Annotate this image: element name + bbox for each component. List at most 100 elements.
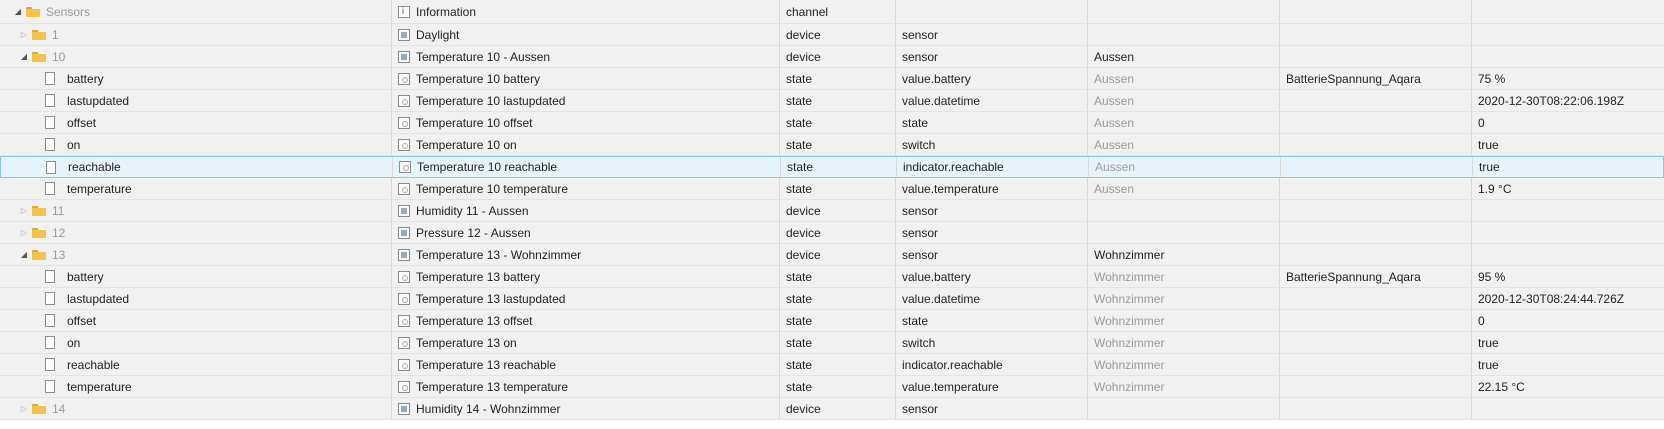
title-cell[interactable]: Temperature 10 battery [392,68,780,89]
tree-folder-row[interactable]: ▷ 1 Daylight device sensor [0,24,1664,46]
type-cell[interactable]: state [780,134,896,155]
value-cell[interactable]: 95 % [1472,266,1664,287]
function-cell[interactable] [1280,24,1472,45]
value-cell[interactable] [1472,222,1664,243]
tree-state-row[interactable]: offset Temperature 13 offset state state Woh… [0,310,1664,332]
function-cell[interactable] [1280,222,1472,243]
type-cell[interactable]: state [780,310,896,331]
title-cell[interactable]: Temperature 10 reachable [393,157,781,177]
value-cell[interactable]: 0 [1472,112,1664,133]
role-cell[interactable]: sensor [896,46,1088,67]
role-cell[interactable]: value.battery [896,68,1088,89]
tree-name-cell[interactable]: offset [0,310,392,331]
tree-state-row[interactable]: offset Temperature 10 offset state state Aus… [0,112,1664,134]
tree-state-row[interactable]: temperature Temperature 13 temperature sta… [0,376,1664,398]
role-cell[interactable]: value.temperature [896,376,1088,397]
room-cell[interactable]: Wohnzimmer [1088,310,1280,331]
room-cell[interactable]: Wohnzimmer [1088,332,1280,353]
type-cell[interactable]: state [780,354,896,375]
value-cell[interactable] [1472,200,1664,221]
type-cell[interactable]: device [780,244,896,265]
tree-name-cell[interactable]: ▷ 12 [0,222,392,243]
title-cell[interactable]: Pressure 12 - Aussen [392,222,780,243]
role-cell[interactable]: sensor [896,398,1088,419]
room-cell[interactable]: Aussen [1088,134,1280,155]
room-cell[interactable] [1088,24,1280,45]
role-cell[interactable]: state [896,112,1088,133]
tree-name-cell[interactable]: temperature [0,178,392,199]
role-cell[interactable]: value.temperature [896,178,1088,199]
role-cell[interactable]: sensor [896,244,1088,265]
tree-name-cell[interactable]: ◢ 10 [0,46,392,67]
tree-name-cell[interactable]: lastupdated [0,288,392,309]
tree-folder-row[interactable]: ◢ Sensors Information channel [0,0,1664,24]
room-cell[interactable]: Wohnzimmer [1088,244,1280,265]
value-cell[interactable] [1472,46,1664,67]
room-cell[interactable] [1088,398,1280,419]
function-cell[interactable] [1280,244,1472,265]
value-cell[interactable]: 2020-12-30T08:22:06.198Z [1472,90,1664,111]
tree-name-cell[interactable]: ▷ 14 [0,398,392,419]
tree-state-row[interactable]: reachable Temperature 13 reachable state in… [0,354,1664,376]
value-cell[interactable]: 2020-12-30T08:24:44.726Z [1472,288,1664,309]
role-cell[interactable]: switch [896,332,1088,353]
expand-triangle-icon[interactable]: ▷ [18,30,30,39]
role-cell[interactable]: indicator.reachable [896,354,1088,375]
tree-name-cell[interactable]: reachable [1,157,393,177]
role-cell[interactable] [896,0,1088,23]
tree-state-row[interactable]: battery Temperature 10 battery state value.… [0,68,1664,90]
type-cell[interactable]: state [780,332,896,353]
role-cell[interactable]: indicator.reachable [897,157,1089,177]
type-cell[interactable]: state [780,112,896,133]
tree-state-row[interactable]: lastupdated Temperature 13 lastupdated sta… [0,288,1664,310]
function-cell[interactable] [1280,90,1472,111]
function-cell[interactable] [1280,46,1472,67]
title-cell[interactable]: Information [392,0,780,23]
tree-state-row[interactable]: battery Temperature 13 battery state value.… [0,266,1664,288]
value-cell[interactable]: 75 % [1472,68,1664,89]
type-cell[interactable]: state [780,90,896,111]
room-cell[interactable]: Aussen [1088,112,1280,133]
tree-folder-row[interactable]: ◢ 10 Temperature 10 - Aussen device sensor Au… [0,46,1664,68]
title-cell[interactable]: Temperature 10 temperature [392,178,780,199]
value-cell[interactable]: true [1473,157,1664,177]
value-cell[interactable]: true [1472,354,1664,375]
function-cell[interactable] [1280,134,1472,155]
type-cell[interactable]: state [780,376,896,397]
room-cell[interactable]: Aussen [1088,178,1280,199]
title-cell[interactable]: Temperature 10 offset [392,112,780,133]
value-cell[interactable]: true [1472,332,1664,353]
type-cell[interactable]: device [780,200,896,221]
tree-name-cell[interactable]: lastupdated [0,90,392,111]
role-cell[interactable]: switch [896,134,1088,155]
type-cell[interactable]: device [780,46,896,67]
expand-triangle-icon[interactable]: ▷ [18,206,30,215]
collapse-triangle-icon[interactable]: ◢ [18,250,30,259]
type-cell[interactable]: state [780,68,896,89]
room-cell[interactable]: Wohnzimmer [1088,266,1280,287]
tree-folder-row[interactable]: ▷ 12 Pressure 12 - Aussen device sensor [0,222,1664,244]
role-cell[interactable]: sensor [896,200,1088,221]
title-cell[interactable]: Temperature 13 - Wohnzimmer [392,244,780,265]
tree-name-cell[interactable]: battery [0,266,392,287]
role-cell[interactable]: state [896,310,1088,331]
title-cell[interactable]: Temperature 13 reachable [392,354,780,375]
role-cell[interactable]: sensor [896,24,1088,45]
tree-name-cell[interactable]: offset [0,112,392,133]
function-cell[interactable] [1280,376,1472,397]
type-cell[interactable]: state [780,266,896,287]
title-cell[interactable]: Temperature 13 lastupdated [392,288,780,309]
function-cell[interactable] [1280,354,1472,375]
function-cell[interactable] [1280,398,1472,419]
type-cell[interactable]: state [780,288,896,309]
function-cell[interactable] [1280,332,1472,353]
function-cell[interactable]: BatterieSpannung_Aqara [1280,266,1472,287]
function-cell[interactable] [1281,157,1473,177]
type-cell[interactable]: state [780,178,896,199]
room-cell[interactable]: Aussen [1089,157,1281,177]
collapse-triangle-icon[interactable]: ◢ [18,52,30,61]
room-cell[interactable] [1088,0,1280,23]
collapse-triangle-icon[interactable]: ◢ [12,7,24,16]
function-cell[interactable] [1280,0,1472,23]
title-cell[interactable]: Daylight [392,24,780,45]
